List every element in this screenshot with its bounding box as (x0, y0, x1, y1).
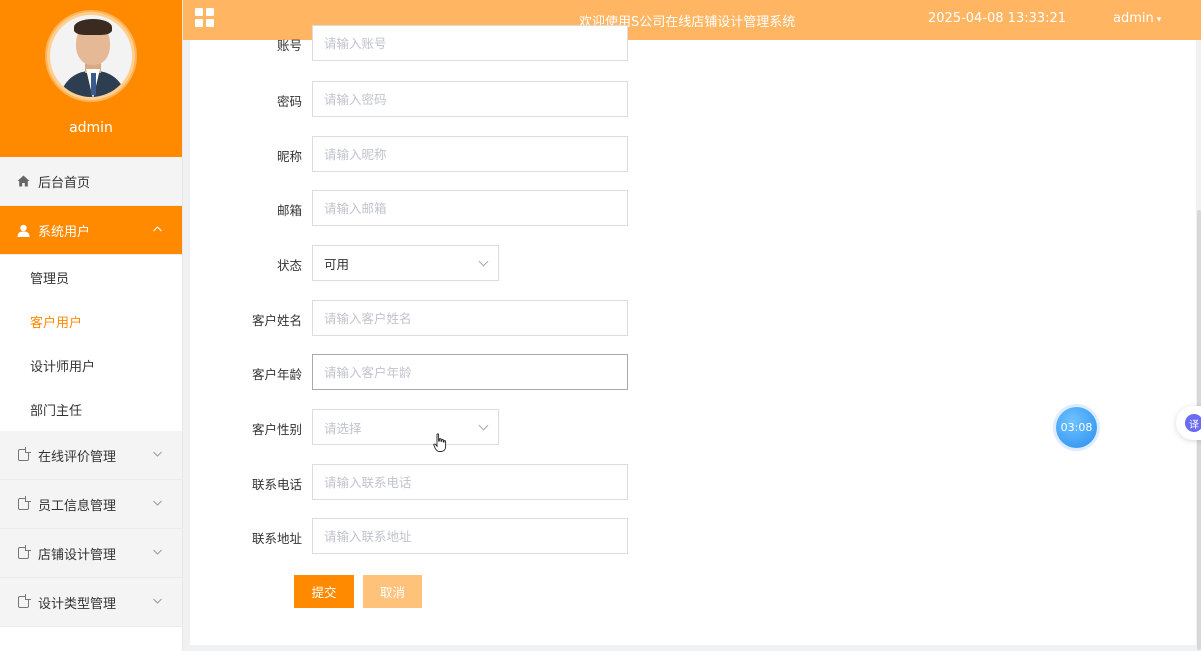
sidebar-item-label: 后台首页 (38, 175, 91, 191)
profile-panel: admin (0, 0, 182, 157)
status-select[interactable]: 可用 (312, 245, 499, 281)
submenu-item-department-head[interactable]: 部门主任 (0, 387, 182, 431)
password-label: 密码 (276, 94, 302, 109)
sidebar-item-label: 店铺设计管理 (38, 547, 117, 563)
sidebar-item-shop-design[interactable]: 店铺设计管理 (0, 529, 182, 578)
sidebar-item-label: 员工信息管理 (38, 498, 117, 514)
header-datetime: 2025-04-08 13:33:21 (928, 11, 1067, 26)
chevron-up-icon (153, 225, 162, 235)
submenu-item-admin[interactable]: 管理员 (0, 255, 182, 299)
address-input[interactable] (312, 518, 628, 554)
chevron-down-icon (153, 450, 162, 460)
status-select-value: 可用 (324, 256, 350, 272)
document-icon (16, 545, 31, 560)
nickname-input[interactable] (312, 136, 628, 172)
document-icon (16, 447, 31, 462)
chevron-down-icon (153, 499, 162, 509)
nickname-label: 昵称 (276, 149, 302, 164)
grid-icon[interactable] (195, 8, 214, 27)
sidebar-item-employees[interactable]: 员工信息管理 (0, 480, 182, 529)
cancel-button[interactable]: 取消 (363, 575, 422, 608)
phone-label: 联系电话 (251, 477, 302, 492)
submenu-item-designer-users[interactable]: 设计师用户 (0, 343, 182, 387)
document-icon (16, 496, 31, 511)
translate-icon: 译 (1185, 414, 1201, 432)
sidebar-item-reviews[interactable]: 在线评价管理 (0, 431, 182, 480)
submenu-item-customer-users[interactable]: 客户用户 (0, 299, 182, 343)
caret-down-icon: ▾ (1156, 15, 1162, 25)
customer-gender-select[interactable]: 请选择 (312, 409, 499, 445)
customer-gender-placeholder: 请选择 (324, 420, 362, 436)
user-icon (16, 223, 30, 237)
chevron-down-icon (478, 256, 489, 267)
customer-gender-label: 客户性别 (251, 422, 302, 437)
chevron-down-icon (478, 420, 489, 431)
email-label: 邮箱 (276, 203, 302, 218)
sidebar-item-label: 设计类型管理 (38, 596, 117, 612)
home-icon (16, 174, 30, 188)
sidebar-item-label: 系统用户 (38, 224, 91, 240)
timer-badge[interactable]: 03:08 (1056, 407, 1097, 448)
submit-button[interactable]: 提交 (294, 575, 354, 608)
customer-name-label: 客户姓名 (251, 313, 302, 328)
account-input[interactable] (312, 25, 628, 61)
user-menu-label: admin (1113, 11, 1154, 26)
submenu-system-users: 管理员 客户用户 设计师用户 部门主任 (0, 255, 182, 431)
chevron-down-icon (153, 597, 162, 607)
chevron-down-icon (153, 548, 162, 558)
phone-input[interactable] (312, 464, 628, 500)
user-menu[interactable]: admin ▾ (1113, 11, 1161, 26)
customer-age-label: 客户年龄 (251, 367, 302, 382)
address-label: 联系地址 (251, 531, 302, 546)
email-input[interactable] (312, 190, 628, 226)
sidebar-item-label: 在线评价管理 (38, 449, 117, 465)
sidebar-item-home[interactable]: 后台首页 (0, 157, 182, 206)
status-label: 状态 (276, 258, 302, 273)
profile-name: admin (69, 120, 113, 136)
sidebar-item-system-users[interactable]: 系统用户 (0, 206, 182, 255)
password-input[interactable] (312, 81, 628, 117)
account-label: 账号 (276, 38, 302, 53)
customer-name-input[interactable] (312, 300, 628, 336)
sidebar: admin 后台首页 系统用户 管理员 客户用户 设计师用户 部门主任 在线评价… (0, 0, 183, 651)
avatar[interactable] (47, 12, 135, 100)
document-icon (16, 594, 31, 609)
hand-cursor-icon (433, 433, 447, 452)
form-panel (190, 40, 1196, 645)
sidebar-item-design-types[interactable]: 设计类型管理 (0, 578, 182, 627)
customer-age-input[interactable] (312, 354, 628, 390)
